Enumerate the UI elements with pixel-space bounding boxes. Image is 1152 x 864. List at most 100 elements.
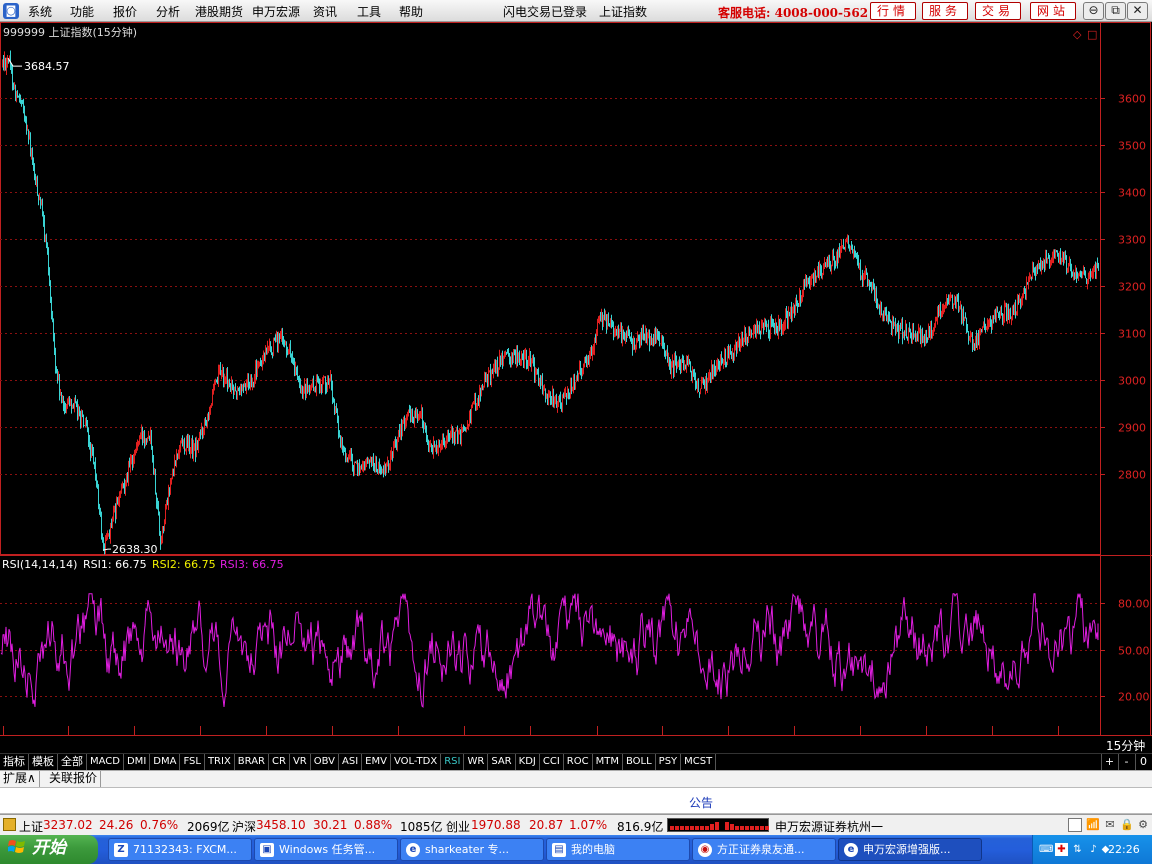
restore-icon[interactable]: ⧉ (1105, 2, 1126, 20)
broker-name: 申万宏源证券杭州一 (775, 820, 884, 834)
strength-bar (735, 826, 739, 830)
tab-indicator[interactable]: ASI (339, 754, 363, 770)
tab-fixed[interactable]: 全部 (58, 754, 87, 770)
market-button[interactable]: 行情 (870, 2, 916, 20)
cy-pct: 1.07% (569, 818, 608, 832)
task-founder-securities[interactable]: ◉ 方正证券泉友通... (692, 838, 836, 861)
expand-tab[interactable]: 扩展∧ (0, 771, 40, 787)
strength-bar (730, 824, 734, 830)
computer-icon: ▤ (552, 843, 566, 857)
tab-indicator[interactable]: MACD (87, 754, 124, 770)
tab-indicator[interactable]: VOL-TDX (391, 754, 442, 770)
price-tick-label: 3400 (1118, 187, 1146, 200)
tab-fixed[interactable]: 指标 (0, 754, 29, 770)
zoom-in-button[interactable]: + (1101, 754, 1117, 770)
tab-indicator[interactable]: VR (290, 754, 311, 770)
tab-indicator[interactable]: PSY (656, 754, 682, 770)
menu-swhy[interactable]: 申万宏源 (252, 3, 300, 20)
menu-bar: ◙ 系统 功能 报价 分析 港股期货 申万宏源 资讯 工具 帮助 闪电交易已登录… (0, 0, 1152, 22)
tab-indicator[interactable]: SAR (488, 754, 516, 770)
price-tick-label: 2900 (1118, 422, 1146, 435)
tab-indicator[interactable]: CR (269, 754, 290, 770)
strength-bar (710, 824, 714, 830)
strength-bar (685, 826, 689, 830)
settings-icon[interactable]: ⚙ (1136, 818, 1150, 832)
strength-bar (675, 826, 679, 830)
windows-taskbar: 开始 Z 71132343: FXCM... ▣ Windows 任务管... … (0, 835, 1152, 864)
menu-analysis[interactable]: 分析 (156, 3, 180, 20)
sh-value: 3237.02 (43, 818, 93, 832)
window-icon[interactable] (1068, 818, 1082, 832)
strength-bar (745, 826, 749, 830)
swhy-app-icon: e (844, 843, 858, 857)
task-browser[interactable]: e sharkeater 专... (400, 838, 544, 861)
network-icon[interactable]: ⇅ (1071, 843, 1084, 856)
task-fxcm[interactable]: Z 71132343: FXCM... (108, 838, 252, 861)
service-button[interactable]: 服务 (922, 2, 968, 20)
hs-amount: 1085亿 (400, 820, 443, 834)
lock-icon[interactable]: 🔒 (1120, 818, 1134, 832)
status-bar: 上证 3237.02 24.26 0.76% 2069亿 沪深 3458.10 … (0, 814, 1152, 835)
related-quote-tab[interactable]: 关联报价 (46, 771, 102, 787)
tab-indicator[interactable]: FSL (180, 754, 205, 770)
tab-indicator[interactable]: OBV (311, 754, 339, 770)
menu-tools[interactable]: 工具 (357, 3, 381, 20)
strength-bar (700, 826, 704, 830)
tab-indicator[interactable]: DMA (150, 754, 181, 770)
menu-function[interactable]: 功能 (70, 3, 94, 20)
tab-indicator[interactable]: MTM (593, 754, 623, 770)
tab-indicator[interactable]: MCST (681, 754, 717, 770)
start-button[interactable]: 开始 (0, 835, 98, 864)
task-task-manager[interactable]: ▣ Windows 任务管... (254, 838, 398, 861)
price-tick-label: 3000 (1118, 375, 1146, 388)
close-icon[interactable]: ✕ (1127, 2, 1148, 20)
tab-indicator[interactable]: TRIX (205, 754, 235, 770)
notice-title[interactable]: 公告 (689, 794, 713, 811)
task-my-computer[interactable]: ▤ 我的电脑 (546, 838, 690, 861)
hs-label: 沪深 (232, 820, 257, 834)
task-label: 申万宏源增强版... (863, 843, 951, 856)
strength-bar (760, 826, 764, 830)
menu-help[interactable]: 帮助 (399, 3, 423, 20)
tab-indicator[interactable]: KDJ (516, 754, 540, 770)
strength-bar (725, 822, 729, 830)
tab-indicator[interactable]: BOLL (623, 754, 656, 770)
status-box-icon[interactable] (3, 818, 16, 831)
price-tick-label: 2800 (1118, 469, 1146, 482)
strength-bar (740, 826, 744, 830)
keyboard-icon[interactable]: ⌨ (1039, 843, 1053, 856)
tab-indicator[interactable]: RSI (441, 754, 465, 770)
task-swhy-app[interactable]: e 申万宏源增强版... (838, 838, 982, 861)
trade-button[interactable]: 交易 (975, 2, 1021, 20)
strength-bar (670, 826, 674, 830)
tab-indicator[interactable]: ROC (564, 754, 593, 770)
sh-change: 24.26 (99, 818, 134, 832)
tab-indicator[interactable]: DMI (124, 754, 151, 770)
tab-fixed[interactable]: 模板 (29, 754, 58, 770)
minimize-icon[interactable]: ⊖ (1083, 2, 1104, 20)
tab-indicator[interactable]: EMV (362, 754, 391, 770)
chart-area[interactable]: 2800 2900 3000 3100 3200 3300 3400 3500 3600 20.0… (0, 22, 1152, 736)
period-label[interactable]: 15分钟 (1102, 737, 1152, 753)
tab-indicator[interactable]: CCI (540, 754, 564, 770)
sh-pct: 0.76% (140, 818, 179, 832)
strength-bar (705, 826, 709, 830)
zoom-out-button[interactable]: - (1118, 754, 1134, 770)
menu-system[interactable]: 系统 (28, 3, 52, 20)
tab-indicator[interactable]: BRAR (235, 754, 269, 770)
menu-hk-futures[interactable]: 港股期货 (195, 3, 243, 20)
reset-button[interactable]: 0 (1135, 754, 1151, 770)
tab-indicator[interactable]: WR (464, 754, 489, 770)
menu-news[interactable]: 资讯 (313, 3, 337, 20)
start-label: 开始 (32, 838, 66, 858)
strength-bar (690, 826, 694, 830)
website-button[interactable]: 网站 (1030, 2, 1076, 20)
strength-bar (695, 826, 699, 830)
menu-quote[interactable]: 报价 (113, 3, 137, 20)
price-tick-label: 3500 (1118, 140, 1146, 153)
price-tick-label: 3300 (1118, 234, 1146, 247)
email-icon[interactable]: ✉ (1103, 818, 1117, 832)
connection-icon[interactable]: 📶 (1086, 818, 1100, 832)
flag-icon[interactable]: ✚ (1055, 843, 1068, 856)
app-logo-icon[interactable]: ◙ (3, 3, 19, 19)
